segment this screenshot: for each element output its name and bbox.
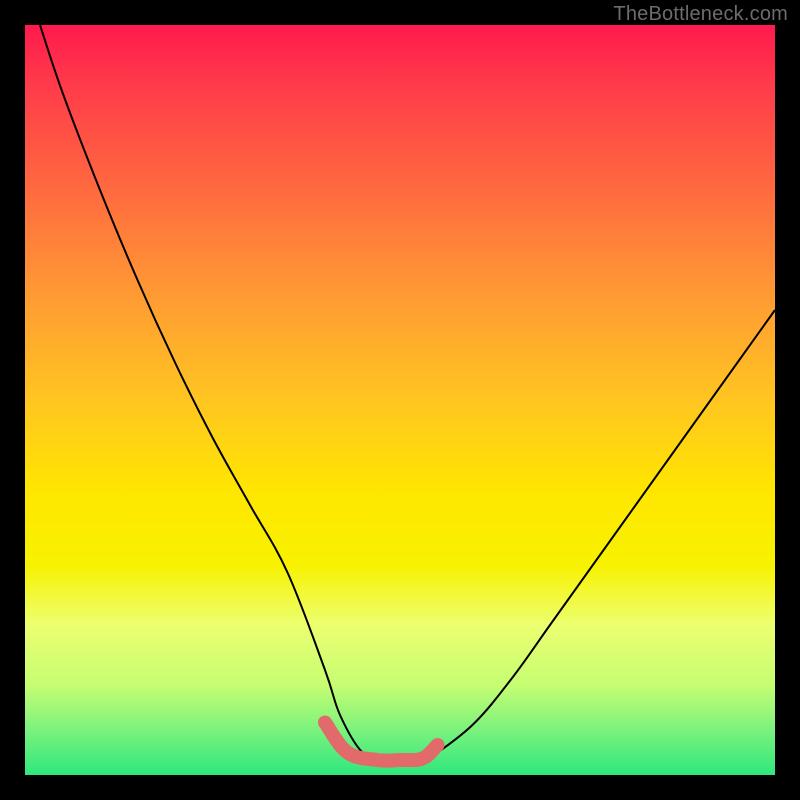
chart-canvas: TheBottleneck.com bbox=[0, 0, 800, 800]
frame-right bbox=[775, 0, 800, 800]
frame-left bbox=[0, 0, 25, 800]
chart-svg bbox=[25, 25, 775, 775]
bottleneck-curve bbox=[40, 25, 775, 761]
watermark-container: TheBottleneck.com bbox=[613, 3, 788, 26]
frame-bottom bbox=[0, 775, 800, 800]
watermark-text: TheBottleneck.com bbox=[613, 3, 788, 25]
chart-plot-area bbox=[25, 25, 775, 775]
sweet-spot-highlight bbox=[325, 723, 438, 761]
